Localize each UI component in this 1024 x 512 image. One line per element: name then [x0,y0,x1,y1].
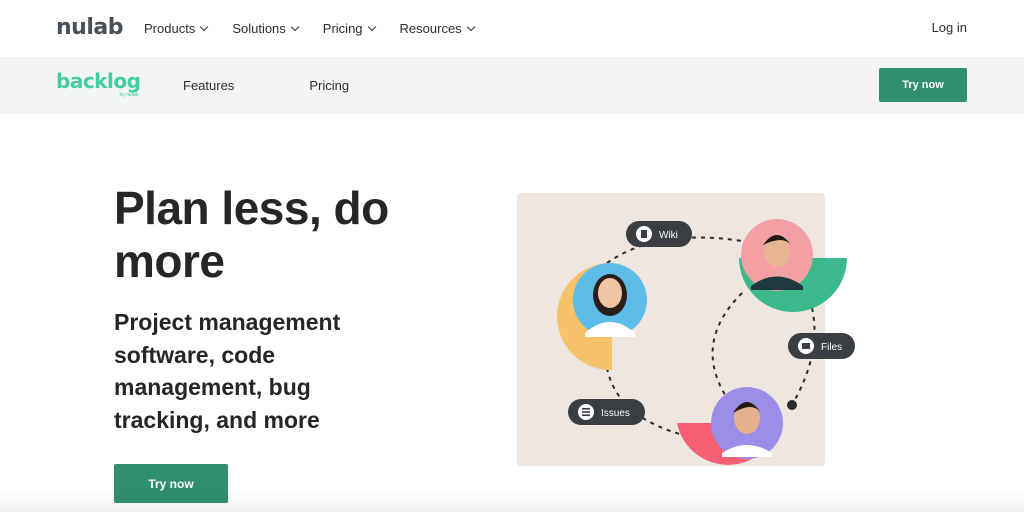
top-navigation-bar: nulab Products Solutions Pricing Resourc… [0,0,1024,57]
login-link[interactable]: Log in [932,20,967,35]
backlog-logo-text: backlog [56,69,141,93]
files-pill-label: Files [821,342,842,353]
product-bar: backlog by nulab Features Pricing [0,57,1024,114]
hero-title: Plan less, do more [114,182,389,287]
nav-solutions-label: Solutions [232,21,286,36]
nav-solutions[interactable]: Solutions [232,21,300,36]
nav-pricing-label: Pricing [322,21,363,36]
chevron-down-icon [466,22,475,31]
bottom-fade [0,490,1024,512]
chevron-down-icon [200,22,209,31]
hero-illustration: Wiki Files Issues [517,193,855,466]
issues-pill-label: Issues [601,408,630,419]
product-nav-pricing[interactable]: Pricing [309,78,349,93]
nav-products-label: Products [144,21,196,36]
backlog-logo-subtext: by nulab [119,92,139,98]
issues-pill: Issues [568,399,645,425]
backlog-logo[interactable]: backlog by nulab [56,69,141,98]
wiki-pill: Wiki [626,221,692,247]
chevron-down-icon [367,22,376,31]
nulab-logo[interactable]: nulab [56,15,123,40]
nav-pricing[interactable]: Pricing [322,21,376,36]
nav-resources[interactable]: Resources [399,21,475,36]
nav-products[interactable]: Products [144,21,209,36]
files-pill: Files [788,333,855,359]
top-nav: Products Solutions Pricing Resources [144,0,499,57]
chevron-down-icon [290,22,300,31]
hero-subtitle: Project management software, code manage… [114,309,341,433]
wiki-pill-label: Wiki [659,230,678,241]
path-endpoint-dot [787,400,797,410]
nav-resources-label: Resources [399,21,462,36]
product-nav: Features Pricing [183,78,424,93]
product-nav-features[interactable]: Features [183,78,234,93]
try-now-button-header[interactable]: Try now [879,68,967,102]
